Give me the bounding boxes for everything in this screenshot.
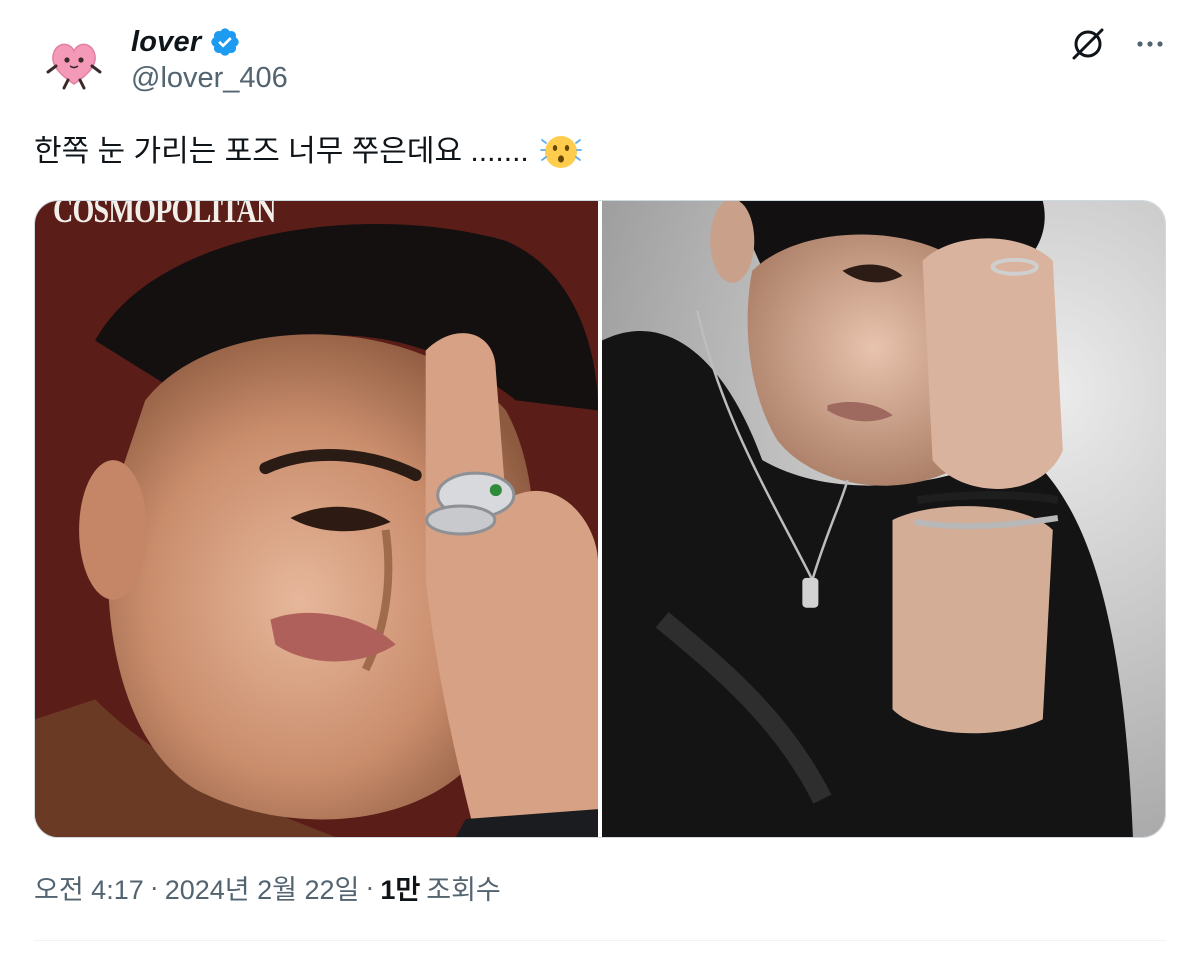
portrait-photo-right xyxy=(602,201,1165,837)
media-grid: COSMOPOLITAN xyxy=(34,200,1166,838)
header-actions xyxy=(1068,24,1170,64)
more-horizontal-icon[interactable] xyxy=(1130,24,1170,64)
divider xyxy=(34,940,1166,941)
tweet-date[interactable]: 2024년 2월 22일 xyxy=(165,868,360,907)
tweet-text: 한쪽 눈 가리는 포즈 너무 쭈은데요 ....... xyxy=(34,128,583,176)
display-name[interactable]: lover xyxy=(131,26,201,59)
views-label: 조회수 xyxy=(426,875,501,905)
tweet: lover @lover_406 한쪽 눈 가리는 포즈 너무 쭈은데요 ...… xyxy=(0,0,1200,958)
avatar[interactable] xyxy=(34,20,114,100)
portrait-photo-left xyxy=(35,201,598,837)
grok-icon[interactable] xyxy=(1068,24,1108,64)
tweet-body: 한쪽 눈 가리는 포즈 너무 쭈은데요 ....... xyxy=(34,135,529,168)
views-count: 1만 xyxy=(380,875,421,905)
hushed-face-emoji-icon xyxy=(539,130,583,174)
meta-separator: · xyxy=(365,872,375,902)
tweet-meta: 오전 4:17 · 2024년 2월 22일 · 1만 조회수 xyxy=(34,868,501,907)
tweet-time[interactable]: 오전 4:17 xyxy=(34,868,144,907)
photo-right[interactable] xyxy=(602,201,1165,837)
pink-heart-plush-icon xyxy=(34,20,114,100)
display-name-row: lover xyxy=(131,22,241,62)
magazine-title: COSMOPOLITAN xyxy=(53,201,276,230)
verified-badge-icon[interactable] xyxy=(209,26,241,58)
author-handle[interactable]: @lover_406 xyxy=(131,62,288,95)
meta-separator: · xyxy=(149,872,159,902)
photo-left[interactable]: COSMOPOLITAN xyxy=(35,201,598,837)
